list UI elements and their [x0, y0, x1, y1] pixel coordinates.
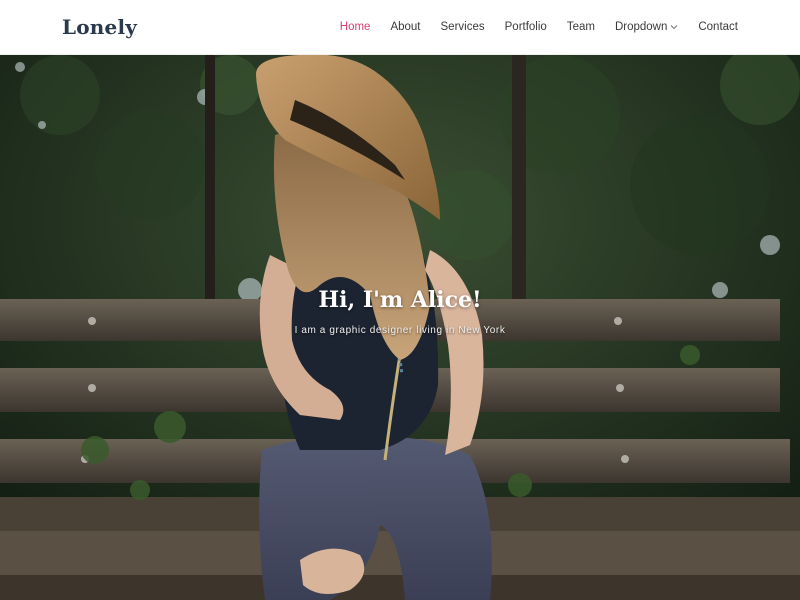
- nav-link-home[interactable]: Home: [340, 21, 371, 33]
- hero-content: Hi, I'm Alice! I am a graphic designer l…: [0, 287, 800, 336]
- chevron-down-icon: [670, 23, 678, 31]
- nav-link-dropdown-label: Dropdown: [614, 21, 668, 33]
- hero-subtitle: I am a graphic designer living in New Yo…: [294, 325, 506, 336]
- nav-link-portfolio[interactable]: Portfolio: [505, 21, 547, 33]
- hero-section: Hi, I'm Alice! I am a graphic designer l…: [0, 55, 800, 600]
- nav-link-services[interactable]: Services: [441, 21, 485, 33]
- hero-title: Hi, I'm Alice!: [318, 287, 482, 313]
- site-header: Lonely Home About Services Portfolio Tea…: [0, 0, 800, 55]
- nav-link-contact[interactable]: Contact: [698, 21, 738, 33]
- nav-link-about[interactable]: About: [390, 21, 420, 33]
- nav-link-team[interactable]: Team: [567, 21, 595, 33]
- site-logo[interactable]: Lonely: [62, 15, 137, 39]
- main-nav: Home About Services Portfolio Team Dropd…: [320, 21, 738, 33]
- nav-link-dropdown[interactable]: Dropdown: [615, 21, 678, 33]
